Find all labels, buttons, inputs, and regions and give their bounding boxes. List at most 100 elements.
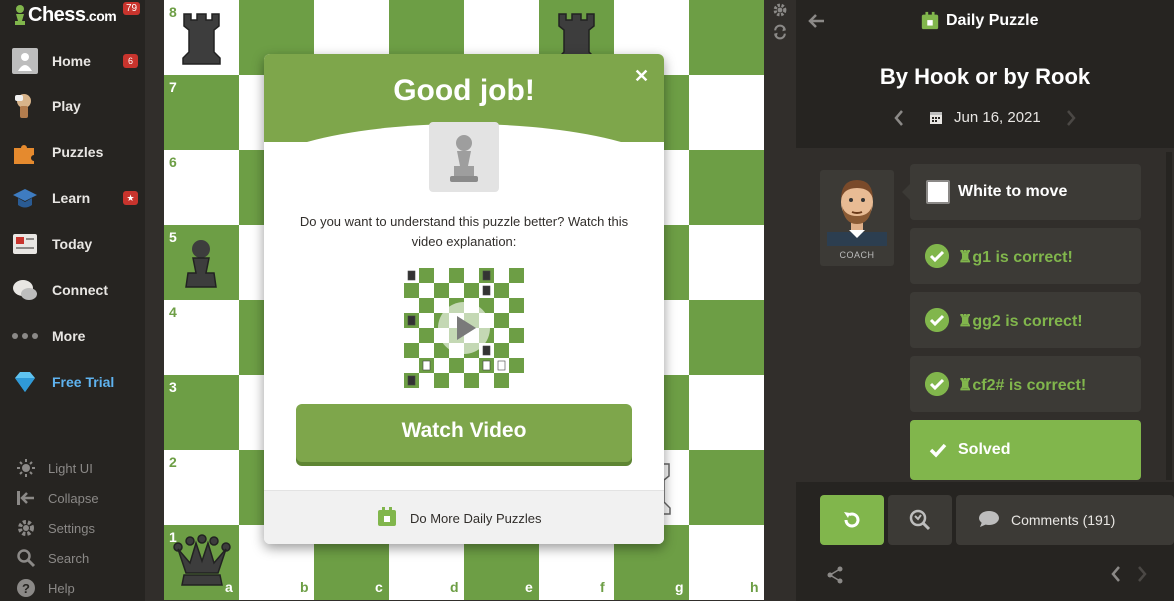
thumbnail-square bbox=[434, 358, 449, 373]
thumbnail-square bbox=[509, 328, 524, 343]
back-arrow-icon[interactable] bbox=[808, 12, 826, 30]
check-circle-icon bbox=[925, 372, 949, 396]
sidebar-item-home[interactable]: Home 6 bbox=[0, 41, 145, 81]
board-square-h4[interactable] bbox=[689, 300, 764, 375]
board-square-h7[interactable] bbox=[689, 75, 764, 150]
black-pawn-a5[interactable] bbox=[164, 225, 239, 300]
board-gap bbox=[145, 0, 164, 601]
thumbnail-square bbox=[494, 298, 509, 313]
coach-avatar: COACH bbox=[820, 170, 894, 266]
home-avatar-icon bbox=[12, 48, 38, 74]
retry-icon bbox=[844, 512, 860, 528]
collapse-icon bbox=[17, 491, 34, 505]
sidebar-item-more[interactable]: More bbox=[0, 316, 145, 356]
thumbnail-square bbox=[404, 298, 419, 313]
sidebar-item-puzzles[interactable]: Puzzles bbox=[0, 132, 145, 172]
message-text: ♜cf2# is correct! bbox=[958, 377, 1087, 394]
notification-badge[interactable]: 79 bbox=[123, 2, 141, 15]
more-daily-puzzles-link[interactable]: Do More Daily Puzzles bbox=[410, 511, 542, 526]
analysis-button[interactable] bbox=[888, 495, 952, 545]
board-square-h6[interactable] bbox=[689, 150, 764, 225]
file-label: e bbox=[525, 579, 533, 595]
check-circle-icon bbox=[925, 308, 949, 332]
message-text: White to move bbox=[958, 183, 1068, 200]
thumbnail-square bbox=[509, 313, 524, 328]
board-square-h2[interactable] bbox=[689, 450, 764, 525]
svg-text:?: ? bbox=[22, 581, 30, 596]
thumbnail-square bbox=[494, 373, 509, 388]
learn-badge: ★ bbox=[123, 191, 138, 205]
thumbnail-square bbox=[449, 268, 464, 283]
sidebar-item-free-trial[interactable]: Free Trial bbox=[0, 362, 145, 402]
sidebar-help[interactable]: ? Help bbox=[0, 573, 145, 601]
thumbnail-square bbox=[464, 268, 479, 283]
next-icon[interactable] bbox=[1136, 564, 1148, 584]
message-text: Solved bbox=[958, 441, 1011, 458]
flip-board-icon[interactable] bbox=[772, 24, 788, 40]
thumbnail-square bbox=[434, 268, 449, 283]
action-row: Comments (191) bbox=[796, 482, 1174, 552]
comments-button[interactable]: Comments (191) bbox=[956, 495, 1174, 545]
chat-bubbles-icon bbox=[13, 280, 37, 300]
sidebar-item-label: Free Trial bbox=[52, 374, 115, 390]
settings-label: Settings bbox=[48, 520, 95, 536]
diamond-icon bbox=[15, 372, 35, 392]
sidebar-collapse[interactable]: Collapse bbox=[0, 483, 145, 513]
sidebar-item-connect[interactable]: Connect bbox=[0, 270, 145, 310]
analysis-icon bbox=[909, 509, 931, 531]
board-settings-icon[interactable] bbox=[772, 2, 788, 18]
play-hand-icon bbox=[15, 94, 31, 118]
coach-portrait-icon bbox=[827, 180, 887, 246]
message-white-to-move: White to move bbox=[910, 164, 1141, 220]
thumbnail-piece bbox=[482, 360, 491, 371]
thumbnail-square bbox=[494, 283, 509, 298]
board-square-h5[interactable] bbox=[689, 225, 764, 300]
previous-icon[interactable] bbox=[1110, 564, 1122, 584]
message-solved: Solved bbox=[910, 420, 1141, 480]
sidebar-item-play[interactable]: Play bbox=[0, 86, 145, 126]
file-label: d bbox=[450, 579, 459, 595]
coach-label: COACH bbox=[839, 250, 875, 260]
sun-icon bbox=[17, 459, 35, 477]
sidebar-search[interactable]: Search bbox=[0, 543, 145, 573]
file-label: c bbox=[375, 579, 383, 595]
message-correct-3: ♜cf2# is correct! bbox=[910, 356, 1141, 412]
checkmark-icon bbox=[929, 443, 947, 458]
retry-button[interactable] bbox=[820, 495, 884, 545]
modal-description: Do you want to understand this puzzle be… bbox=[299, 214, 629, 249]
thumbnail-square bbox=[509, 343, 524, 358]
sidebar-settings[interactable]: Settings bbox=[0, 513, 145, 543]
thumbnail-piece bbox=[482, 285, 491, 296]
thumbnail-piece bbox=[482, 270, 491, 281]
black-queen-a1[interactable] bbox=[164, 525, 239, 600]
thumbnail-piece bbox=[422, 360, 431, 371]
scrollbar[interactable] bbox=[1166, 152, 1172, 480]
puzzle-title: By Hook or by Rook bbox=[879, 64, 1091, 89]
close-icon[interactable]: ✕ bbox=[634, 66, 649, 87]
sidebar-light-ui[interactable]: Light UI bbox=[0, 453, 145, 483]
board-square-h8[interactable] bbox=[689, 0, 764, 75]
sidebar-item-today[interactable]: Today bbox=[0, 224, 145, 264]
thumbnail-square bbox=[509, 298, 524, 313]
play-button[interactable] bbox=[438, 302, 490, 354]
daily-puzzle-icon bbox=[378, 507, 396, 526]
sidebar-item-label: Home bbox=[52, 53, 91, 69]
black-rook-a8[interactable] bbox=[164, 0, 239, 75]
watch-video-button[interactable]: Watch Video bbox=[296, 404, 632, 462]
share-icon[interactable] bbox=[826, 566, 844, 584]
sidebar-item-learn[interactable]: Learn ★ bbox=[0, 178, 145, 218]
daily-puzzle-icon bbox=[921, 11, 939, 30]
message-correct-1: ♜g1 is correct! bbox=[910, 228, 1141, 284]
chess-logo[interactable]: Chess.com bbox=[12, 2, 117, 28]
file-label: h bbox=[750, 579, 759, 595]
chevron-left-icon[interactable] bbox=[892, 108, 906, 128]
chevron-right-icon[interactable] bbox=[1064, 108, 1078, 128]
help-icon: ? bbox=[17, 579, 35, 597]
calendar-icon bbox=[930, 112, 942, 124]
panel-header: Daily Puzzle By Hook or by Rook Jun 16, … bbox=[796, 0, 1174, 148]
thumbnail-square bbox=[419, 298, 434, 313]
thumbnail-square bbox=[404, 358, 419, 373]
sidebar-item-label: More bbox=[52, 328, 86, 344]
thumbnail-square bbox=[404, 283, 419, 298]
board-square-h3[interactable] bbox=[689, 375, 764, 450]
